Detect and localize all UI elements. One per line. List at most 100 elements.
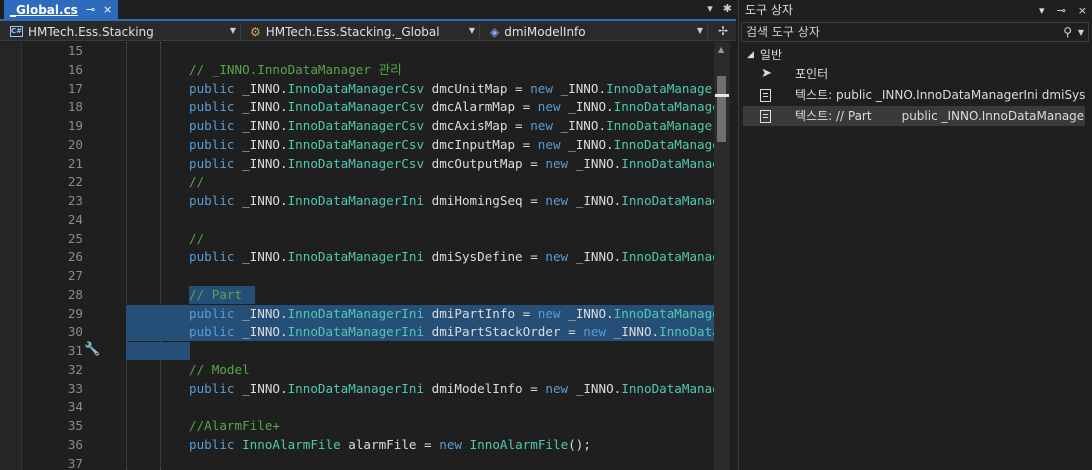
line-number: 27 xyxy=(67,268,83,283)
pin-icon[interactable]: ⊸ xyxy=(86,3,95,16)
chevron-down-icon[interactable]: ▼ xyxy=(1078,24,1084,42)
code-line[interactable]: 28 // Part xyxy=(22,286,714,304)
code-line[interactable]: 37 xyxy=(22,455,714,470)
code-token: _INNO. xyxy=(242,249,288,265)
code-text: public _INNO.InnoDataManagerIni dmiPartI… xyxy=(189,305,714,323)
split-editor-icon[interactable]: ✢ xyxy=(718,24,728,38)
code-line[interactable]: 23 public _INNO.InnoDataManagerIni dmiHom… xyxy=(22,192,714,210)
code-line[interactable]: 20 public _INNO.InnoDataManagerCsv dmcInp… xyxy=(22,136,714,154)
line-number: 15 xyxy=(67,43,83,58)
code-token: dmiSysDefine = xyxy=(424,249,546,265)
member-dropdown[interactable]: ◈ dmiModelInfo ▼ xyxy=(484,23,708,40)
code-text: public _INNO.InnoDataManagerIni dmiHomin… xyxy=(189,192,714,210)
member-name: dmiModelInfo xyxy=(504,24,586,39)
code-line[interactable]: 30 public _INNO.InnoDataManagerIni dmiPar… xyxy=(22,323,714,341)
code-token: dmiHomingSeq = xyxy=(424,193,546,208)
code-token: InnoDataManagerCsv xyxy=(613,136,714,152)
code-token: InnoDataManagerIni xyxy=(287,324,425,340)
code-line[interactable]: 21 public _INNO.InnoDataManagerCsv dmcOut… xyxy=(22,155,714,173)
project-name: HMTech.Ess.Stacking xyxy=(28,24,154,39)
code-token: // _INNO.InnoDataManager 관리 xyxy=(189,61,402,77)
code-line[interactable]: 34 xyxy=(22,398,714,416)
code-line[interactable]: 33 public _INNO.InnoDataManagerIni dmiMod… xyxy=(22,380,714,398)
code-token: dmcInputMap = xyxy=(424,136,538,152)
code-line[interactable]: 26 public _INNO.InnoDataManagerIni dmiSys… xyxy=(22,248,714,266)
code-token: _INNO. xyxy=(242,380,288,396)
project-dropdown[interactable]: C# HMTech.Ess.Stacking ▼ xyxy=(4,23,241,40)
code-token: new xyxy=(545,249,576,265)
code-token: new xyxy=(537,305,569,321)
code-line[interactable]: 29 public _INNO.InnoDataManagerIni dmiPar… xyxy=(22,305,714,323)
code-token: InnoDataManagerIni xyxy=(287,249,425,265)
code-line[interactable]: 18 public _INNO.InnoDataManagerCsv dmcAla… xyxy=(22,98,714,116)
quick-actions-screwdriver-icon[interactable]: 🔧 xyxy=(84,341,100,359)
close-icon[interactable]: × xyxy=(1078,0,1087,21)
pointer-icon: ➤ xyxy=(761,66,772,81)
code-line[interactable]: 25 // xyxy=(22,230,714,248)
line-number: 16 xyxy=(67,61,83,77)
window-menu-icon[interactable]: ▾ xyxy=(1039,0,1045,21)
collapse-triangle-icon[interactable]: ◢ xyxy=(747,50,754,60)
chevron-down-icon: ▼ xyxy=(696,26,703,35)
code-text: public InnoAlarmFile alarmFile = new Inn… xyxy=(189,436,591,454)
tab-global-cs[interactable]: _Global.cs ⊸ × xyxy=(4,0,119,19)
code-line[interactable]: 15 xyxy=(22,42,714,60)
line-number: 23 xyxy=(67,193,83,208)
line-number: 24 xyxy=(67,211,83,227)
group-label: 일반 xyxy=(759,48,783,62)
code-line[interactable]: 36 public InnoAlarmFile alarmFile = new I… xyxy=(22,436,714,454)
scrollbar-thumb[interactable] xyxy=(717,76,726,142)
code-token: new xyxy=(537,99,569,115)
chevron-down-icon: ▼ xyxy=(468,26,475,35)
class-dropdown[interactable]: ⚙ HMTech.Ess.Stacking._Global ▼ xyxy=(244,23,480,40)
pin-icon[interactable]: ⊸ xyxy=(1057,0,1066,21)
toolbox-group-general[interactable]: ◢ 일반 xyxy=(747,46,782,63)
code-token: public xyxy=(189,380,243,396)
code-token: InnoDataManagerCsv xyxy=(287,155,425,171)
code-line[interactable]: 17 public _INNO.InnoDataManagerCsv dmcUni… xyxy=(22,80,714,98)
toolbox-item-text-snippet[interactable]: 텍스트: // Part public _INNO.InnoDataManager… xyxy=(743,106,1085,126)
vertical-scrollbar[interactable]: ▲ xyxy=(714,42,730,470)
scroll-up-icon[interactable]: ▲ xyxy=(718,45,724,54)
line-number: 17 xyxy=(67,80,83,96)
code-token: InnoDataManagerCsv xyxy=(606,118,714,133)
code-token: _INNO. xyxy=(242,305,288,321)
close-icon[interactable]: × xyxy=(103,3,112,16)
line-number: 36 xyxy=(67,436,83,452)
chevron-down-icon: ▼ xyxy=(229,26,236,35)
code-line[interactable]: 35 //AlarmFile+ xyxy=(22,417,714,435)
text-snippet-icon xyxy=(760,89,771,102)
code-token: dmcOutputMap = xyxy=(424,155,546,171)
tab-list-dropdown-icon[interactable]: ▾ xyxy=(707,2,713,15)
code-line[interactable]: 32 // Model xyxy=(22,361,714,379)
text-snippet-icon xyxy=(760,110,771,123)
code-line[interactable]: 31 🔧 xyxy=(22,342,714,360)
code-token: _INNO. xyxy=(568,99,614,115)
code-token: dmcUnitMap = xyxy=(424,80,531,96)
item-label: 텍스트: public _INNO.InnoDataManagerIni dmi… xyxy=(795,88,1085,102)
code-token: alarmFile = xyxy=(340,436,440,452)
code-token: _INNO. xyxy=(242,118,288,133)
code-token: InnoAlarmFile xyxy=(242,436,341,452)
code-token: _INNO. xyxy=(242,155,288,171)
code-line[interactable]: 16 // _INNO.InnoDataManager 관리 xyxy=(22,61,714,79)
code-token: InnoDataManagerCsv xyxy=(287,118,425,133)
code-line[interactable]: 24 xyxy=(22,211,714,229)
code-token: InnoDataManagerIni xyxy=(287,380,425,396)
toolbox-item-text-snippet[interactable]: 텍스트: public _INNO.InnoDataManagerIni dmi… xyxy=(743,85,1085,105)
code-token: dmiPartStackOrder = xyxy=(424,324,584,340)
csharp-project-icon: C# xyxy=(10,26,23,37)
code-token: //AlarmFile+ xyxy=(189,418,280,433)
search-icon[interactable]: ⚲ xyxy=(1063,23,1072,41)
code-line[interactable]: 22 // xyxy=(22,173,714,191)
code-token: _INNO. xyxy=(575,249,622,265)
code-token: dmcAlarmMap = xyxy=(424,99,538,115)
code-line[interactable]: 19 public _INNO.InnoDataManagerCsv dmcAxi… xyxy=(22,117,714,135)
code-line[interactable]: 27 xyxy=(22,267,714,285)
code-text-area[interactable]: 15 16 // _INNO.InnoDataManager 관리 17 public … xyxy=(22,42,714,470)
toolbox-search-input[interactable]: 검색 도구 상자 ⚲ ▼ xyxy=(741,22,1089,42)
code-token: public xyxy=(189,193,243,208)
settings-gear-icon[interactable]: ✱ xyxy=(723,2,732,15)
code-token: InnoDataManagerCsv xyxy=(606,80,714,96)
toolbox-item-pointer[interactable]: ➤ 포인터 xyxy=(743,64,1085,84)
